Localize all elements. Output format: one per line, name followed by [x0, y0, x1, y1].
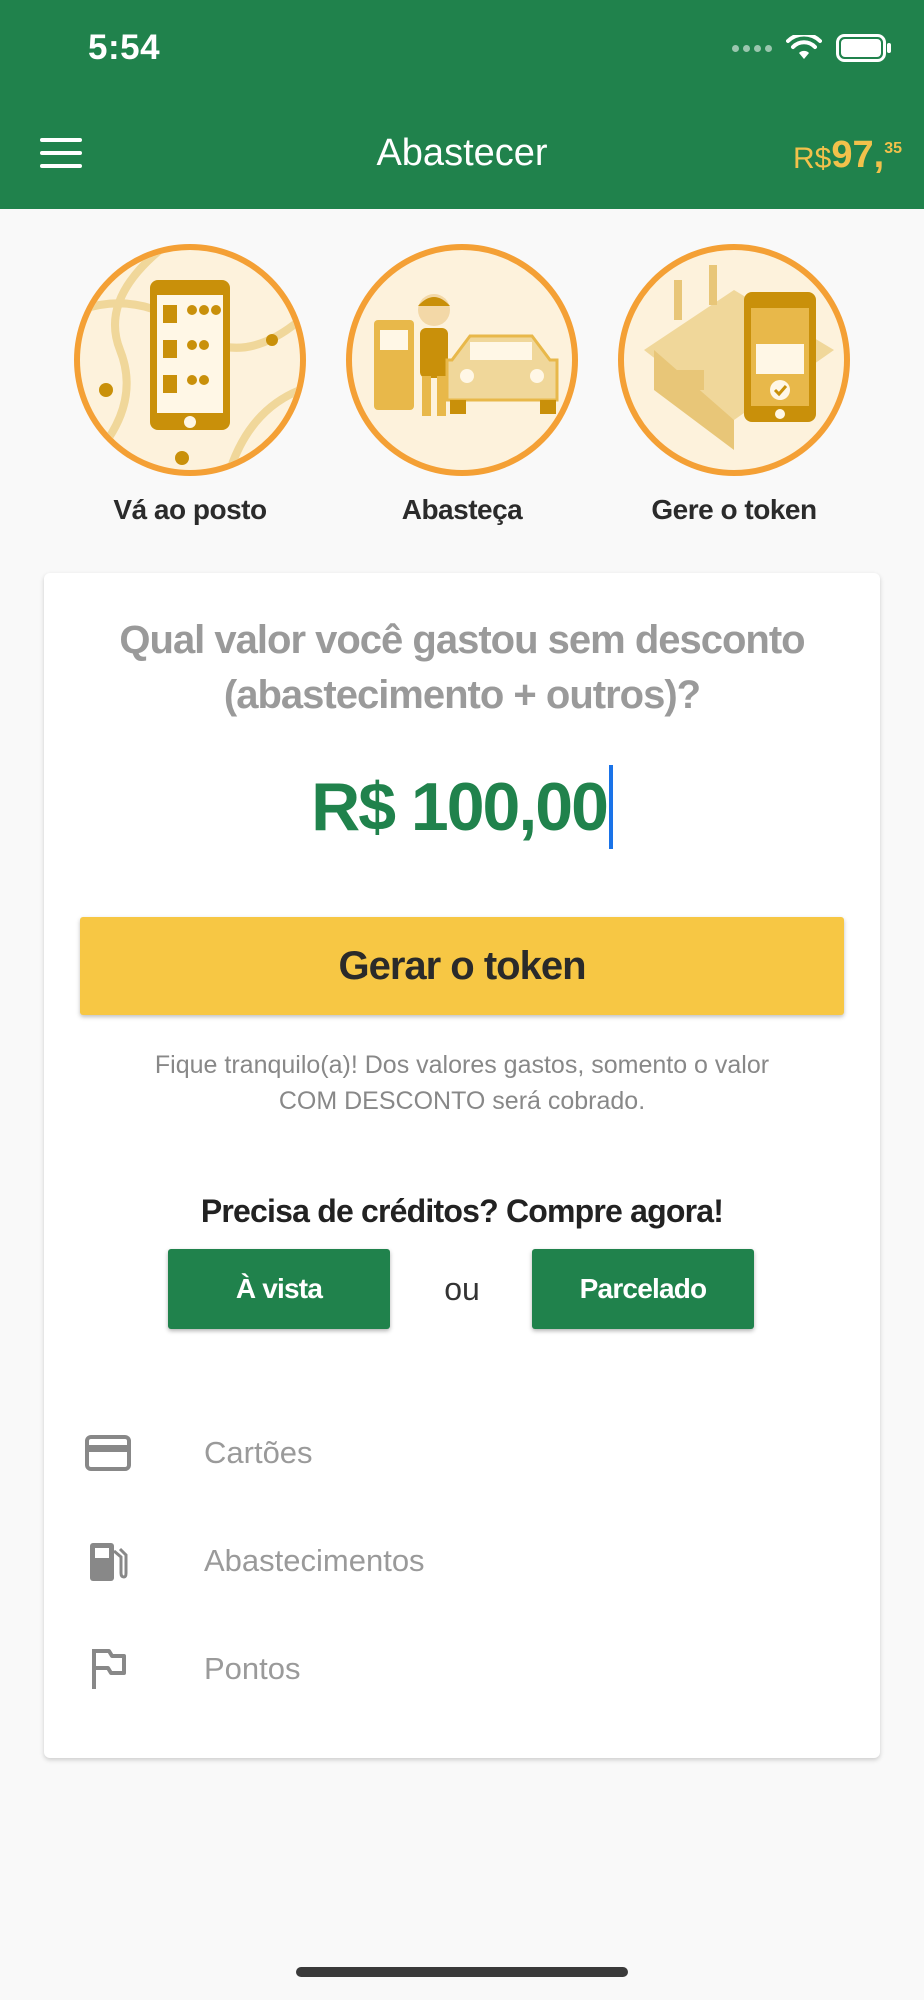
- balance-display: R$ 97, 35: [793, 134, 902, 177]
- menu-list: Cartões Abastecimentos Pontos: [44, 1399, 880, 1723]
- step-label: Gere o token: [651, 494, 817, 525]
- fuel-pump-icon: [80, 1539, 136, 1583]
- menu-item-label: Cartões: [204, 1435, 313, 1470]
- step-go-to-station: Vá ao posto: [70, 244, 310, 526]
- menu-item-refuels[interactable]: Abastecimentos: [44, 1507, 880, 1615]
- status-icons: [732, 34, 892, 62]
- menu-item-points[interactable]: Pontos: [44, 1615, 880, 1723]
- step-generate-token: Gere o token: [614, 244, 854, 526]
- token-phone-icon: [618, 244, 850, 476]
- discount-note: Fique tranquilo(a)! Dos valores gastos, …: [104, 1047, 820, 1119]
- token-card: Qual valor você gastou sem desconto (aba…: [44, 573, 880, 1758]
- amount-question: Qual valor você gastou sem desconto (aba…: [74, 613, 850, 723]
- battery-icon: [836, 34, 891, 62]
- attendant-car-icon: [346, 244, 578, 476]
- question-line-2: (abastecimento + outros)?: [223, 673, 701, 717]
- question-line-1: Qual valor você gastou sem desconto: [119, 618, 805, 662]
- credits-title: Precisa de créditos? Compre agora!: [200, 1193, 724, 1229]
- wifi-icon: [786, 35, 822, 59]
- amount-input[interactable]: R$ 100,00: [311, 765, 613, 849]
- step-label: Vá ao posto: [113, 494, 267, 525]
- cellular-signal-icon: [732, 44, 772, 52]
- buy-installments-button[interactable]: Parcelado: [532, 1249, 754, 1329]
- balance-currency: R$: [793, 142, 832, 175]
- balance-cents: 35: [884, 140, 902, 157]
- steps-row: Vá ao posto Abasteça Gere o token: [0, 244, 924, 534]
- menu-item-label: Abastecimentos: [204, 1543, 425, 1578]
- or-label: ou: [444, 1271, 480, 1307]
- home-indicator[interactable]: [296, 1967, 628, 1977]
- note-line-2: COM DESCONTO será cobrado.: [278, 1087, 646, 1115]
- amount-field-wrapper: R$ 100,00: [44, 765, 880, 849]
- phone-map-icon: [74, 244, 306, 476]
- page-title: Abastecer: [376, 132, 548, 174]
- balance-integer: 97,: [831, 134, 885, 176]
- step-refuel: Abasteça: [342, 244, 582, 526]
- step-label: Abasteça: [401, 494, 523, 525]
- menu-item-label: Pontos: [204, 1651, 301, 1686]
- generate-token-button[interactable]: Gerar o token: [80, 917, 844, 1015]
- menu-item-cards[interactable]: Cartões: [44, 1399, 880, 1507]
- top-bar: 5:54 Abastecer R$ 97, 35: [0, 0, 924, 209]
- credit-card-icon: [80, 1435, 136, 1471]
- buy-credits-row: À vista ou Parcelado: [44, 1249, 880, 1329]
- note-line-1: Fique tranquilo(a)! Dos valores gastos, …: [154, 1051, 770, 1079]
- flag-icon: [80, 1647, 136, 1691]
- status-time: 5:54: [88, 28, 161, 67]
